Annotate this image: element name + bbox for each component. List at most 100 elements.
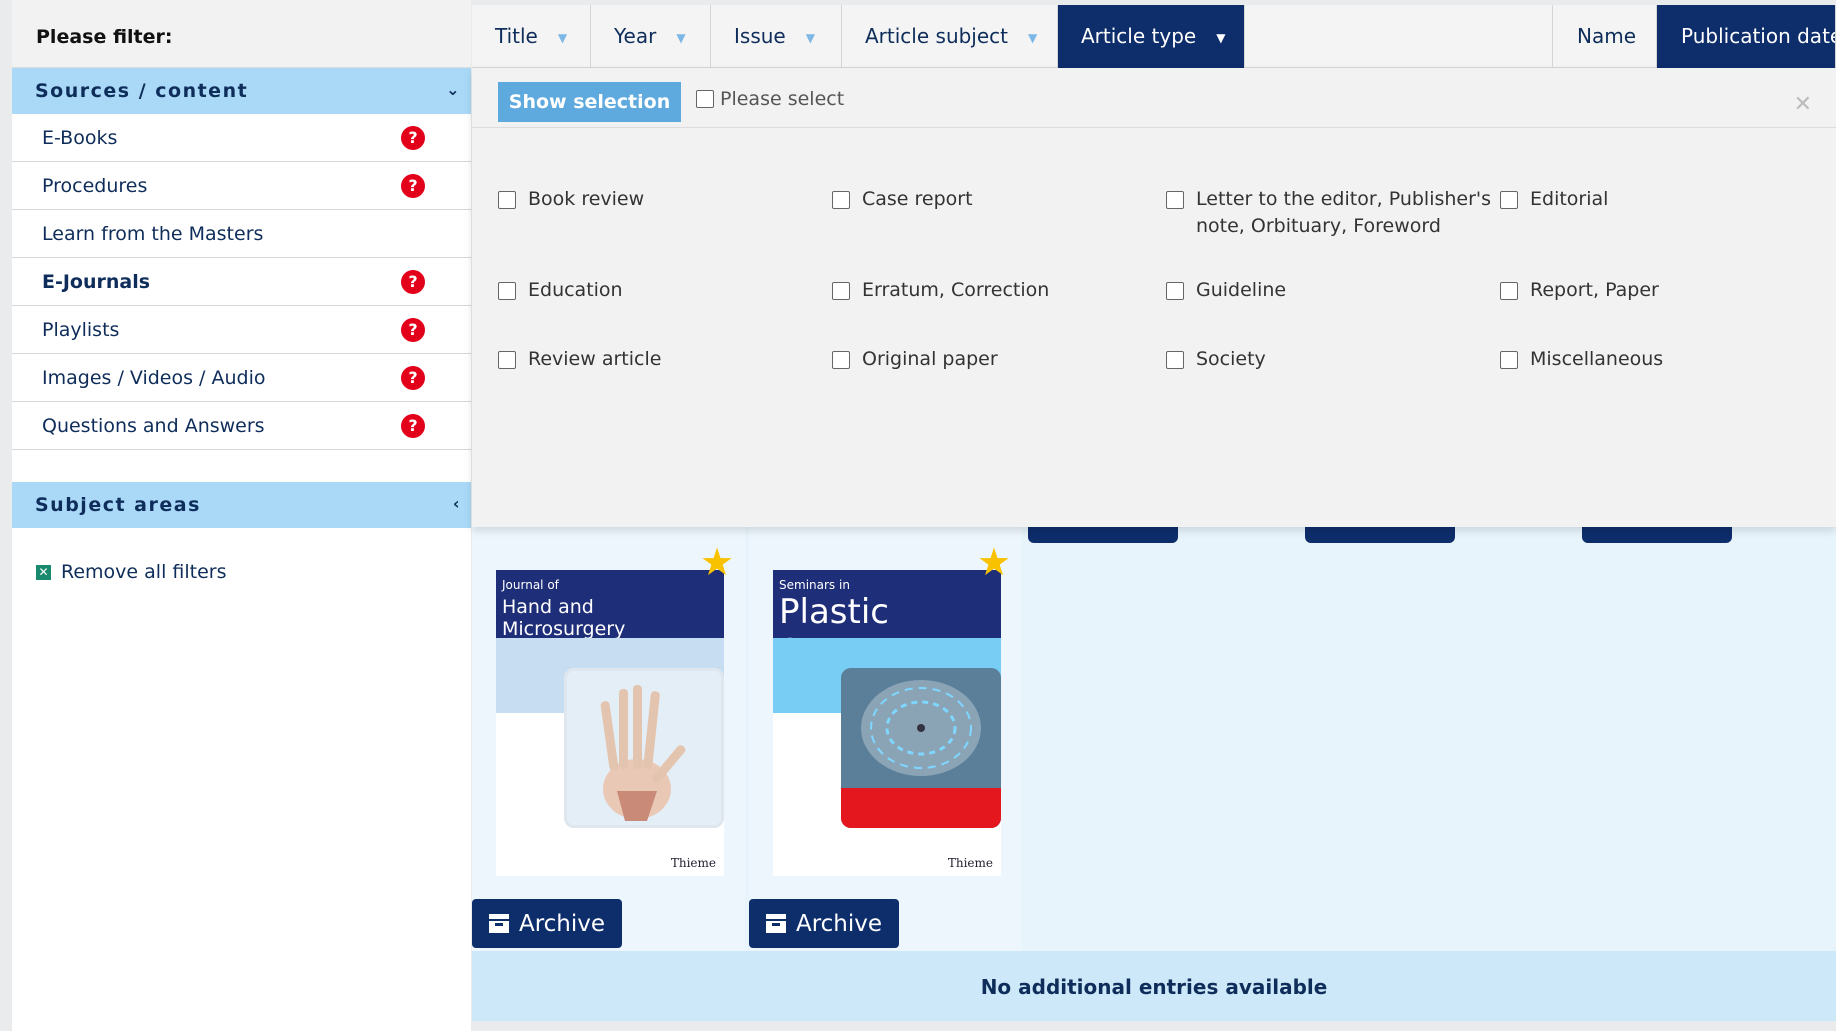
option-guideline[interactable]: Guideline	[1166, 277, 1466, 304]
tab-title[interactable]: Title ▼	[472, 5, 591, 68]
help-icon[interactable]: ?	[401, 174, 425, 198]
sidebar-item-questions-answers[interactable]: Questions and Answers ?	[12, 402, 471, 450]
tab-issue[interactable]: Issue ▼	[711, 5, 842, 68]
hidden-archive-button[interactable]	[1305, 527, 1455, 543]
caret-down-icon: ▼	[676, 30, 686, 45]
option-society[interactable]: Society	[1166, 346, 1466, 373]
checkbox[interactable]	[1166, 351, 1184, 369]
sort-tab-bar: Title ▼ Year ▼ Issue ▼ Article subject ▼ Art…	[472, 5, 1836, 68]
option-label: Original paper	[862, 348, 998, 370]
remove-filter-icon: ✕	[36, 564, 51, 580]
tab-label: Publication date	[1681, 24, 1836, 48]
article-type-filter-panel: Show selection Please select ✕ Book revi…	[472, 68, 1836, 527]
sidebar-item-procedures[interactable]: Procedures ?	[12, 162, 471, 210]
tab-label: Article subject	[865, 24, 1009, 48]
sidebar-item-label: E-Books	[42, 127, 118, 149]
sidebar-item-label: E-Journals	[42, 271, 151, 293]
option-label: Case report	[862, 188, 973, 210]
sidebar-item-learn-from-masters[interactable]: Learn from the Masters	[12, 210, 471, 258]
tab-label: Issue	[734, 24, 786, 48]
journal-card: Journal of Hand and Microsurgery Thieme …	[472, 527, 745, 951]
journal-cover-plastic-surgery[interactable]: Seminars in Plastic Surgery Thieme	[773, 570, 1001, 876]
tab-name[interactable]: Name	[1552, 5, 1657, 68]
tab-year[interactable]: Year ▼	[591, 5, 711, 68]
caret-down-icon: ▼	[805, 30, 815, 45]
tab-label: Name	[1577, 24, 1637, 48]
hand-xray-image	[564, 668, 724, 828]
checkbox[interactable]	[1500, 191, 1518, 209]
sidebar-item-images-videos-audio[interactable]: Images / Videos / Audio ?	[12, 354, 471, 402]
cover-subtitle: Seminars in	[779, 578, 850, 592]
tab-label: Article type	[1081, 24, 1197, 48]
option-original-paper[interactable]: Original paper	[832, 346, 1132, 373]
journal-cover-hand-microsurgery[interactable]: Journal of Hand and Microsurgery Thieme	[496, 570, 724, 876]
caret-down-icon: ▼	[1216, 30, 1226, 45]
sidebar-item-ebooks[interactable]: E-Books ?	[12, 114, 471, 162]
sidebar-item-ejournals[interactable]: E-Journals ?	[12, 258, 471, 306]
help-icon[interactable]: ?	[401, 270, 425, 294]
option-report-paper[interactable]: Report, Paper	[1500, 277, 1800, 304]
option-label: Erratum, Correction	[862, 279, 1050, 301]
cover-subtitle: Journal of	[502, 578, 559, 592]
option-erratum-correction[interactable]: Erratum, Correction	[832, 277, 1132, 304]
option-case-report[interactable]: Case report	[832, 186, 1132, 213]
option-label: Guideline	[1196, 279, 1287, 301]
hand-illustration	[567, 671, 721, 825]
hidden-archive-button[interactable]	[1582, 527, 1732, 543]
option-education[interactable]: Education	[498, 277, 798, 304]
tab-label: Year	[614, 24, 657, 48]
remove-all-filters-link[interactable]: ✕ Remove all filters	[36, 561, 471, 583]
help-icon[interactable]: ?	[401, 318, 425, 342]
star-icon[interactable]: ★	[977, 543, 1011, 581]
option-label: Report, Paper	[1530, 279, 1659, 301]
sidebar-item-label: Images / Videos / Audio	[42, 367, 266, 389]
caret-down-icon: ▼	[557, 30, 568, 45]
star-icon[interactable]: ★	[700, 543, 734, 581]
checkbox[interactable]	[1500, 351, 1518, 369]
checkbox[interactable]	[498, 282, 516, 300]
checkbox[interactable]	[832, 282, 850, 300]
checkbox[interactable]	[832, 351, 850, 369]
checkbox[interactable]	[498, 351, 516, 369]
tab-publication-date[interactable]: Publication date	[1657, 5, 1836, 68]
checkbox[interactable]	[832, 191, 850, 209]
help-icon[interactable]: ?	[401, 414, 425, 438]
help-icon[interactable]: ?	[401, 366, 425, 390]
filter-sidebar: Please filter: Sources / content ⌄ E-Boo…	[12, 0, 471, 1031]
checkbox[interactable]	[1500, 282, 1518, 300]
option-book-review[interactable]: Book review	[498, 186, 798, 213]
help-icon[interactable]: ?	[401, 126, 425, 150]
tab-article-subject[interactable]: Article subject ▼	[842, 5, 1058, 68]
option-editorial[interactable]: Editorial	[1500, 186, 1800, 213]
option-miscellaneous[interactable]: Miscellaneous	[1500, 346, 1800, 373]
archive-box-icon	[488, 914, 509, 933]
sidebar-item-label: Learn from the Masters	[42, 223, 264, 245]
option-review-article[interactable]: Review article	[498, 346, 798, 373]
tab-article-type[interactable]: Article type ▼	[1058, 5, 1245, 68]
hidden-archive-button[interactable]	[1028, 527, 1178, 543]
sidebar-item-label: Procedures	[42, 175, 148, 197]
sidebar-item-label: Questions and Answers	[42, 415, 265, 437]
sidebar-item-label: Playlists	[42, 319, 120, 341]
archive-button[interactable]: Archive	[472, 899, 622, 948]
no-more-entries-message: No additional entries available	[472, 951, 1836, 1021]
panel-toolbar: Show selection Please select ✕	[472, 68, 1836, 128]
archive-button[interactable]: Archive	[749, 899, 899, 948]
show-selection-button[interactable]: Show selection	[498, 82, 681, 122]
please-select-checkbox[interactable]: Please select	[696, 88, 844, 110]
please-select-label: Please select	[720, 88, 845, 110]
checkbox[interactable]	[1166, 191, 1184, 209]
checkbox[interactable]	[498, 191, 516, 209]
option-label: Miscellaneous	[1530, 348, 1664, 370]
sources-content-header[interactable]: Sources / content ⌄	[12, 68, 471, 114]
checkbox[interactable]	[1166, 282, 1184, 300]
option-letter-to-editor[interactable]: Letter to the editor, Publisher's note, …	[1166, 186, 1496, 240]
option-label: Review article	[528, 348, 662, 370]
sidebar-item-playlists[interactable]: Playlists ?	[12, 306, 471, 354]
subject-areas-header[interactable]: Subject areas ‹	[12, 482, 471, 528]
filter-title: Please filter:	[12, 0, 471, 68]
abdomen-illustration	[841, 668, 1001, 828]
checkbox[interactable]	[696, 90, 714, 108]
close-icon[interactable]: ✕	[1794, 92, 1812, 117]
chevron-left-icon: ‹	[452, 494, 461, 513]
